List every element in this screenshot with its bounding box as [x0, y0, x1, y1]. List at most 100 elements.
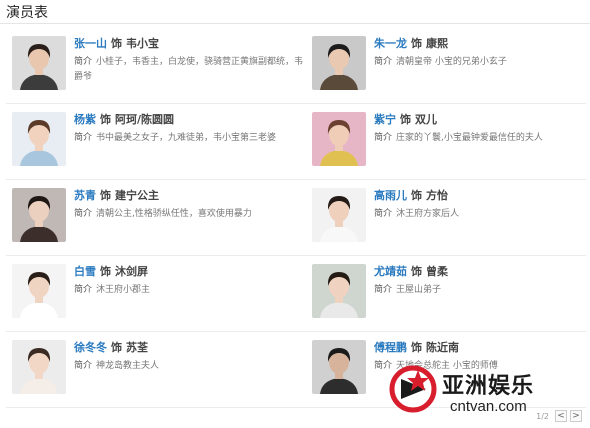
as-word: 饰 — [411, 341, 422, 354]
actor-photo[interactable] — [12, 112, 66, 166]
actor-name-link[interactable]: 尤靖茹 — [374, 265, 407, 278]
cast-description: 简介 神龙岛教主夫人 — [74, 359, 306, 374]
role-name: 阿珂/陈圆圆 — [115, 113, 175, 126]
cast-grid: 张一山饰韦小宝 简介 小桂子，韦香主，白龙使，骁骑营正黄旗副都统，韦爵爷 朱一龙饰康熙… — [6, 28, 586, 408]
actor-name-link[interactable]: 苏青 — [74, 189, 96, 202]
cast-row: 张一山饰韦小宝 简介 小桂子，韦香主，白龙使，骁骑营正黄旗副都统，韦爵爷 朱一龙饰康熙… — [6, 28, 586, 104]
cast-card: 白雪饰沐剑屏 简介 沐王府小郡主 — [6, 256, 306, 331]
cast-info: 朱一龙饰康熙 简介 清朝皇帝 小宝的兄弟小玄子 — [374, 36, 586, 103]
desc-text: 庄家的丫鬟,小宝最钟爱最信任的夫人 — [396, 133, 543, 143]
role-name: 韦小宝 — [126, 37, 159, 50]
cast-info: 紫宁饰双儿简介 庄家的丫鬟,小宝最钟爱最信任的夫人 — [374, 112, 586, 179]
actor-photo[interactable] — [312, 188, 366, 242]
cast-title: 朱一龙饰康熙 — [374, 36, 586, 52]
desc-label: 简介 — [74, 57, 93, 67]
actor-photo[interactable] — [12, 264, 66, 318]
play-star-logo-icon — [389, 365, 437, 413]
watermark-url: cntvan.com — [450, 398, 527, 415]
desc-label: 简介 — [74, 361, 93, 371]
desc-label: 简介 — [74, 133, 93, 143]
cast-title: 紫宁饰双儿 — [374, 112, 586, 128]
cast-description: 简介 沐王府小郡主 — [74, 283, 306, 298]
cast-info: 高雨儿饰方怡 简介 沐王府方家后人 — [374, 188, 586, 255]
role-name: 建宁公主 — [115, 189, 159, 202]
cast-card: 苏青饰建宁公主简介 清朝公主,性格骄纵任性，喜欢使用暴力 — [6, 180, 306, 255]
desc-text: 小桂子，韦香主，白龙使，骁骑营正黄旗副都统，韦爵爷 — [74, 57, 304, 82]
cast-description: 简介 庄家的丫鬟,小宝最钟爱最信任的夫人 — [374, 131, 586, 146]
cast-card: 紫宁饰双儿简介 庄家的丫鬟,小宝最钟爱最信任的夫人 — [306, 104, 586, 179]
cast-info: 杨紫饰阿珂/陈圆圆 简介 书中最美之女子，九难徒弟，韦小宝第三老婆 — [74, 112, 306, 179]
watermark-brand: 亚洲娱乐 — [442, 374, 535, 399]
actor-name-link[interactable]: 高雨儿 — [374, 189, 407, 202]
desc-text: 清朝公主,性格骄纵任性，喜欢使用暴力 — [96, 209, 252, 219]
desc-text: 神龙岛教主夫人 — [96, 361, 160, 371]
actor-name-link[interactable]: 紫宁 — [374, 113, 396, 126]
desc-label: 简介 — [74, 285, 93, 295]
cast-card: 杨紫饰阿珂/陈圆圆 简介 书中最美之女子，九难徒弟，韦小宝第三老婆 — [6, 104, 306, 179]
as-word: 饰 — [100, 189, 111, 202]
role-name: 双儿 — [415, 113, 437, 126]
cast-description: 简介 沐王府方家后人 — [374, 207, 586, 222]
as-word: 饰 — [100, 113, 111, 126]
as-word: 饰 — [411, 189, 422, 202]
section-header: 演员表 — [0, 0, 590, 24]
actor-photo[interactable] — [12, 188, 66, 242]
role-name: 陈近南 — [426, 341, 459, 354]
cast-card: 尤靖茹饰曾柔 简介 王屋山弟子 — [306, 256, 586, 331]
role-name: 曾柔 — [426, 265, 448, 278]
cast-info: 苏青饰建宁公主简介 清朝公主,性格骄纵任性，喜欢使用暴力 — [74, 188, 306, 255]
role-name: 康熙 — [426, 37, 448, 50]
desc-text: 沐王府小郡主 — [96, 285, 151, 295]
actor-photo[interactable] — [312, 340, 366, 394]
actor-name-link[interactable]: 傅程鹏 — [374, 341, 407, 354]
cast-row: 白雪饰沐剑屏 简介 沐王府小郡主 尤靖茹饰曾柔 简介 王屋山弟子 — [6, 256, 586, 332]
as-word: 饰 — [400, 113, 411, 126]
cast-info: 尤靖茹饰曾柔 简介 王屋山弟子 — [374, 264, 586, 331]
cast-title: 杨紫饰阿珂/陈圆圆 — [74, 112, 306, 128]
role-name: 沐剑屏 — [115, 265, 148, 278]
cast-title: 尤靖茹饰曾柔 — [374, 264, 586, 280]
cast-card: 徐冬冬饰苏荃 简介 神龙岛教主夫人 — [6, 332, 306, 407]
actor-photo[interactable] — [312, 264, 366, 318]
cast-row: 苏青饰建宁公主 简介 清朝公主,性格骄纵任性，喜欢使用暴力 高雨儿饰方怡 简介 沐王府方家… — [6, 180, 586, 256]
desc-text: 王屋山弟子 — [396, 285, 442, 295]
cast-card: 张一山饰韦小宝简介 小桂子，韦香主，白龙使，骁骑营正黄旗副都统，韦爵爷 — [6, 28, 306, 103]
cast-row: 杨紫饰阿珂/陈圆圆 简介 书中最美之女子，九难徒弟，韦小宝第三老婆 紫宁饰双儿 简介 庄家… — [6, 104, 586, 180]
cast-description: 简介 清朝公主,性格骄纵任性，喜欢使用暴力 — [74, 207, 306, 222]
desc-label: 简介 — [374, 285, 393, 295]
as-word: 饰 — [111, 37, 122, 50]
actor-photo[interactable] — [12, 36, 66, 90]
page-title: 演员表 — [6, 5, 48, 21]
as-word: 饰 — [411, 37, 422, 50]
cast-title: 傅程鹏饰陈近南 — [374, 340, 586, 356]
desc-label: 简介 — [374, 57, 393, 67]
role-name: 苏荃 — [126, 341, 148, 354]
actor-photo[interactable] — [312, 112, 366, 166]
desc-label: 简介 — [74, 209, 93, 219]
cast-description: 简介 王屋山弟子 — [374, 283, 586, 298]
actor-name-link[interactable]: 张一山 — [74, 37, 107, 50]
watermark: 亚洲娱乐 cntvan.com — [388, 364, 588, 422]
desc-text: 清朝皇帝 小宝的兄弟小玄子 — [396, 57, 507, 67]
cast-description: 简介 小桂子，韦香主，白龙使，骁骑营正黄旗副都统，韦爵爷 — [74, 55, 306, 85]
actor-photo[interactable] — [312, 36, 366, 90]
cast-description: 简介 清朝皇帝 小宝的兄弟小玄子 — [374, 55, 586, 70]
cast-title: 张一山饰韦小宝 — [74, 36, 306, 52]
desc-text: 沐王府方家后人 — [396, 209, 460, 219]
cast-title: 高雨儿饰方怡 — [374, 188, 586, 204]
as-word: 饰 — [111, 341, 122, 354]
cast-info: 张一山饰韦小宝简介 小桂子，韦香主，白龙使，骁骑营正黄旗副都统，韦爵爷 — [74, 36, 306, 103]
cast-card: 高雨儿饰方怡 简介 沐王府方家后人 — [306, 180, 586, 255]
cast-description: 简介 书中最美之女子，九难徒弟，韦小宝第三老婆 — [74, 131, 306, 146]
role-name: 方怡 — [426, 189, 448, 202]
cast-info: 白雪饰沐剑屏 简介 沐王府小郡主 — [74, 264, 306, 331]
actor-name-link[interactable]: 杨紫 — [74, 113, 96, 126]
actor-name-link[interactable]: 徐冬冬 — [74, 341, 107, 354]
actor-photo[interactable] — [12, 340, 66, 394]
actor-name-link[interactable]: 朱一龙 — [374, 37, 407, 50]
desc-text: 书中最美之女子，九难徒弟，韦小宝第三老婆 — [96, 133, 277, 143]
desc-label: 简介 — [374, 133, 393, 143]
cast-info: 徐冬冬饰苏荃 简介 神龙岛教主夫人 — [74, 340, 306, 407]
actor-name-link[interactable]: 白雪 — [74, 265, 96, 278]
cast-title: 徐冬冬饰苏荃 — [74, 340, 306, 356]
